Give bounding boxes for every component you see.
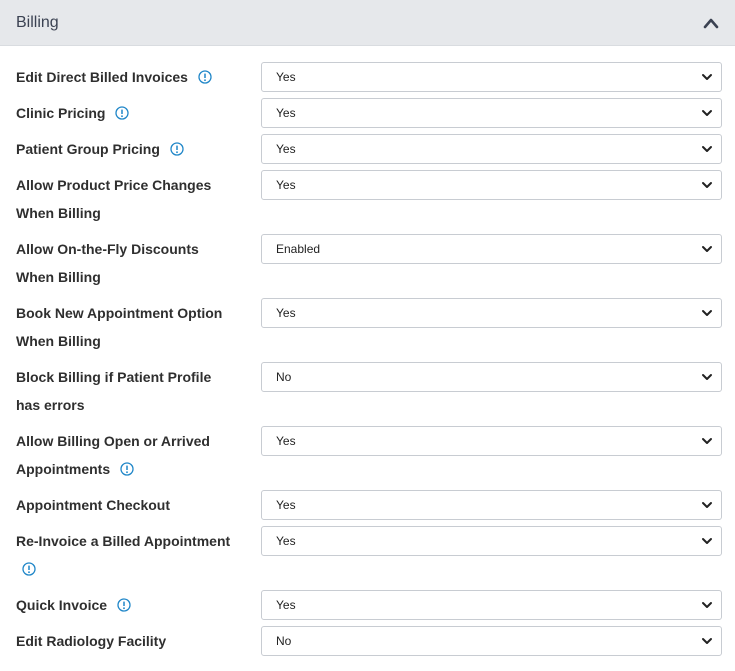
chevron-down-icon [702, 146, 712, 152]
chevron-down-icon [702, 638, 712, 644]
setting-label: Clinic Pricing [16, 105, 106, 121]
select-value: Yes [276, 70, 296, 84]
chevron-up-icon [703, 18, 719, 28]
info-icon[interactable] [170, 142, 184, 156]
select-value: Yes [276, 534, 296, 548]
setting-label: Block Billing if Patient Profile has err… [16, 369, 212, 413]
setting-select[interactable]: Yes [261, 590, 722, 620]
setting-select[interactable]: No [261, 626, 722, 656]
setting-select[interactable]: Yes [261, 170, 722, 200]
setting-label: Allow On-the-Fly Discounts When Billing [16, 241, 199, 285]
info-icon[interactable] [120, 462, 134, 476]
setting-select[interactable]: Yes [261, 526, 722, 556]
setting-label: Re-Invoice a Billed Appointment [16, 533, 231, 549]
select-value: No [276, 634, 292, 648]
setting-select[interactable]: Yes [261, 134, 722, 164]
setting-label: Appointment Checkout [16, 497, 170, 513]
setting-label: Allow Billing Open or Arrived Appointmen… [16, 433, 210, 477]
chevron-down-icon [702, 246, 712, 252]
select-value: Yes [276, 306, 296, 320]
select-value: No [276, 370, 292, 384]
chevron-down-icon [702, 502, 712, 508]
select-value: Yes [276, 178, 296, 192]
select-value: Yes [276, 498, 296, 512]
setting-select[interactable]: No [261, 362, 722, 392]
collapse-button[interactable] [699, 11, 723, 35]
panel-header[interactable]: Billing [0, 0, 735, 46]
setting-label: Allow Product Price Changes When Billing [16, 177, 212, 221]
select-value: Yes [276, 434, 296, 448]
select-value: Yes [276, 106, 296, 120]
info-icon[interactable] [22, 562, 36, 576]
setting-label: Edit Direct Billed Invoices [16, 69, 188, 85]
setting-select[interactable]: Yes [261, 490, 722, 520]
chevron-down-icon [702, 602, 712, 608]
select-value: Enabled [276, 242, 321, 256]
setting-label: Edit Radiology Facility [16, 633, 167, 649]
setting-select[interactable]: Yes [261, 62, 722, 92]
setting-select[interactable]: Yes [261, 426, 722, 456]
info-icon[interactable] [198, 70, 212, 84]
chevron-down-icon [702, 182, 712, 188]
setting-select[interactable]: Enabled [261, 234, 722, 264]
setting-select[interactable]: Yes [261, 98, 722, 128]
info-icon[interactable] [117, 598, 131, 612]
select-value: Yes [276, 598, 296, 612]
chevron-down-icon [702, 74, 712, 80]
info-icon[interactable] [115, 106, 130, 120]
setting-select[interactable]: Yes [261, 298, 722, 328]
panel-title: Billing [16, 13, 59, 31]
chevron-down-icon [702, 374, 712, 380]
chevron-down-icon [702, 538, 712, 544]
setting-label: Quick Invoice [16, 597, 108, 613]
billing-panel: Billing Edit Direct Billed Invoices Yes … [0, 0, 735, 671]
chevron-down-icon [702, 438, 712, 444]
chevron-down-icon [702, 110, 712, 116]
setting-label: Patient Group Pricing [16, 141, 160, 157]
chevron-down-icon [702, 310, 712, 316]
setting-label: Book New Appointment Option When Billing [16, 305, 223, 349]
select-value: Yes [276, 142, 296, 156]
